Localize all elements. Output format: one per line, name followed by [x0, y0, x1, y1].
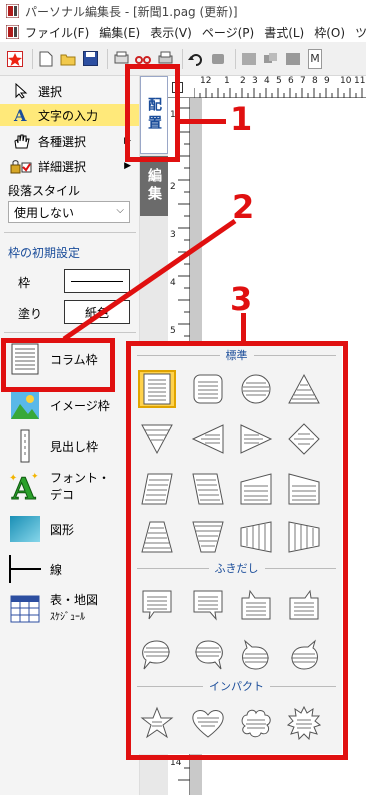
line-icon [8, 552, 42, 586]
callout-box-3 [126, 341, 348, 760]
horizontal-ruler: 12 1 2 3 4 5 6 7 8 9 10 11 [168, 76, 366, 98]
tool-heading-frame-label: 見出し枠 [50, 439, 99, 454]
ruler-label: 9 [324, 76, 330, 86]
ruler-label: 3 [252, 76, 258, 86]
tool-heading-frame[interactable]: 見出し枠 [8, 429, 98, 463]
fill-label: 塗り [18, 307, 43, 321]
menu-bar: ファイル(F) 編集(E) 表示(V) ページ(P) 書式(L) 枠(O) ツー [0, 22, 366, 42]
tool-line[interactable]: 線 [8, 552, 62, 586]
tool-image-frame-label: イメージ枠 [50, 398, 110, 413]
tool-select-label: 選択 [38, 84, 63, 99]
menu-view[interactable]: 表示(V) [150, 24, 192, 41]
svg-text:✦: ✦ [9, 473, 17, 484]
tool-table[interactable]: 表・地図 ｽｹｼﾞｭｰﾙ [8, 592, 98, 626]
doc-logo-icon [5, 24, 20, 40]
menu-edit[interactable]: 編集(E) [99, 24, 140, 41]
submenu-arrow-icon: ▶ [124, 161, 131, 171]
tool-select[interactable]: 選択 [0, 80, 139, 102]
tool-text-input-label: 文字の入力 [38, 108, 99, 123]
redo-icon[interactable] [209, 50, 227, 68]
toolbar-separator [182, 48, 183, 69]
tool-multi-select-label: 各種選択 [38, 134, 87, 149]
toolbar: M [0, 42, 366, 76]
pointer-arrow-icon [10, 82, 32, 100]
save-icon[interactable] [81, 50, 99, 68]
callout-label-1: 1 [230, 100, 253, 138]
ruler-label: 6 [288, 76, 294, 86]
menu-format[interactable]: 書式(L) [264, 24, 304, 41]
tool-shape[interactable]: 図形 [8, 512, 74, 546]
ruler-label: 12 [200, 76, 212, 86]
hand-icon [10, 132, 32, 150]
ruler-label: 1 [224, 76, 230, 86]
callout-label-2: 2 [232, 188, 255, 226]
callout-box-2 [1, 338, 115, 392]
callout-box-1 [125, 64, 180, 162]
tool-text-input[interactable]: A 文字の入力 [0, 104, 139, 126]
tool-detail-select[interactable]: 詳細選択 ▶ [0, 155, 139, 177]
app-window: パーソナル編集長 - [新聞1.pag (更新)] ファイル(F) 編集(E) … [0, 0, 366, 795]
ruler-label: 2 [240, 76, 246, 86]
menu-file[interactable]: ファイル(F) [25, 24, 89, 41]
tool-shape-label: 図形 [50, 522, 75, 537]
tool-font-deco-label-2: デコ [50, 488, 75, 502]
menu-tools[interactable]: ツー [355, 24, 366, 41]
svg-text:A: A [13, 107, 27, 123]
paragraph-style-title: 段落スタイル [8, 184, 81, 198]
table-icon [8, 592, 42, 626]
layer-icon[interactable] [284, 50, 302, 68]
ruler-ticks [194, 88, 363, 98]
tool-panel: 選択 A 文字の入力 各種選択 ▶ 詳細選択 ▶ 段落スタイル 使用しない ⌵ … [0, 76, 140, 795]
toolbar-separator [32, 48, 33, 69]
svg-text:✦: ✦ [31, 472, 39, 482]
chevron-down-icon: ⌵ [116, 205, 124, 216]
menu-frame[interactable]: 枠(O) [314, 24, 345, 41]
shape-icon [8, 512, 42, 546]
tool-line-label: 線 [50, 562, 63, 577]
tool-table-label-1: 表・地図 [50, 593, 99, 607]
group-icon[interactable] [262, 50, 280, 68]
toolbar-separator [107, 48, 108, 69]
tab-edit[interactable]: 編集 [140, 156, 168, 216]
font-size-field[interactable]: M [308, 48, 322, 69]
ruler-label: 8 [312, 76, 318, 86]
callout-line-1 [180, 119, 226, 124]
frame-label: 枠 [18, 276, 31, 290]
ruler-label: 5 [276, 76, 282, 86]
ruler-label: 10 [340, 76, 352, 86]
tab-edit-label: 編集 [146, 168, 162, 204]
tool-multi-select[interactable]: 各種選択 ▶ [0, 130, 139, 152]
lock-check-icon [10, 157, 32, 175]
text-a-icon: A [10, 106, 32, 124]
menu-page[interactable]: ページ(P) [202, 24, 254, 41]
title-bar: パーソナル編集長 - [新聞1.pag (更新)] [0, 0, 366, 22]
tool-table-label-2: ｽｹｼﾞｭｰﾙ [50, 612, 85, 623]
undo-icon[interactable] [187, 50, 205, 68]
callout-label-3: 3 [230, 280, 253, 318]
new-document-icon[interactable] [37, 50, 55, 68]
tool-detail-select-label: 詳細選択 [38, 159, 87, 174]
toolbar-separator [235, 48, 236, 69]
app-logo-icon [5, 3, 20, 19]
star-icon[interactable] [6, 50, 24, 68]
tool-font-deco[interactable]: A ✦ ✦ フォント・ デコ [8, 470, 110, 504]
tool-image-frame[interactable]: イメージ枠 [8, 388, 110, 422]
window-title: パーソナル編集長 - [新聞1.pag (更新)] [25, 4, 238, 19]
heading-frame-icon [8, 429, 42, 463]
callout-line-2 [62, 218, 237, 342]
ruler-label: 7 [300, 76, 306, 86]
arrange-icon[interactable] [240, 50, 258, 68]
ruler-label: 4 [264, 76, 270, 86]
image-frame-icon [8, 388, 42, 422]
open-folder-icon[interactable] [59, 50, 77, 68]
ruler-label: 11 [354, 76, 366, 86]
tool-font-deco-label-1: フォント・ [50, 471, 111, 485]
ruler-label: 2 [170, 182, 176, 192]
font-deco-icon: A ✦ ✦ [8, 470, 42, 504]
